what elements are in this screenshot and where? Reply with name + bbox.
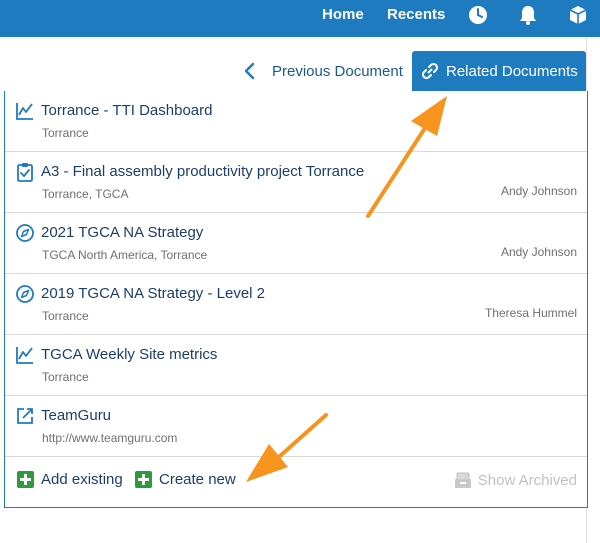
link-icon bbox=[421, 62, 439, 80]
item-subtitle: Torrance bbox=[42, 309, 89, 323]
create-new-button[interactable]: Create new bbox=[135, 471, 236, 488]
compass-icon bbox=[16, 285, 34, 303]
item-subtitle: Torrance bbox=[42, 126, 89, 140]
create-new-label: Create new bbox=[159, 471, 236, 488]
external-link-icon bbox=[17, 408, 33, 424]
chart-line-icon bbox=[16, 103, 33, 120]
plus-icon bbox=[135, 471, 152, 488]
archive-box-icon bbox=[454, 472, 471, 488]
show-archived-label: Show Archived bbox=[477, 471, 577, 489]
list-item[interactable]: TGCA Weekly Site metrics Torrance bbox=[5, 335, 587, 396]
list-item[interactable]: Torrance - TTI Dashboard Torrance bbox=[5, 91, 587, 152]
bell-icon[interactable] bbox=[517, 4, 539, 26]
item-subtitle: Torrance, TGCA bbox=[42, 187, 129, 201]
tab-related-documents[interactable]: Related Documents bbox=[412, 51, 586, 91]
item-title: Torrance - TTI Dashboard bbox=[41, 102, 213, 119]
cube-icon[interactable] bbox=[567, 4, 589, 26]
compass-icon bbox=[16, 224, 34, 242]
plus-icon bbox=[17, 471, 34, 488]
tab-previous-document[interactable]: Previous Document bbox=[240, 52, 403, 90]
panel-footer: Add existing Create new Show Archived bbox=[5, 457, 587, 507]
chart-line-icon bbox=[16, 347, 33, 364]
item-owner: Andy Johnson bbox=[500, 184, 577, 198]
chevron-left-icon bbox=[244, 62, 255, 80]
nav-recents-link[interactable]: Recents bbox=[387, 0, 445, 30]
related-documents-panel: Torrance - TTI Dashboard Torrance A3 - F… bbox=[4, 91, 588, 508]
item-title: 2019 TGCA NA Strategy - Level 2 bbox=[41, 285, 266, 302]
item-title: 2021 TGCA NA Strategy bbox=[41, 224, 204, 241]
item-subtitle: TGCA North America, Torrance bbox=[42, 248, 208, 262]
item-title: A3 - Final assembly productivity project… bbox=[41, 163, 365, 180]
clock-icon[interactable] bbox=[467, 4, 489, 26]
list-item[interactable]: TeamGuru http://www.teamguru.com bbox=[5, 396, 587, 457]
list-item[interactable]: 2021 TGCA NA Strategy TGCA North America… bbox=[5, 213, 587, 274]
nav-home-link[interactable]: Home bbox=[322, 0, 364, 30]
list-item[interactable]: A3 - Final assembly productivity project… bbox=[5, 152, 587, 213]
item-title: TeamGuru bbox=[41, 407, 112, 424]
item-subtitle: Torrance bbox=[42, 370, 89, 384]
item-subtitle: http://www.teamguru.com bbox=[42, 431, 178, 445]
item-title: TGCA Weekly Site metrics bbox=[41, 346, 218, 363]
clipboard-check-icon bbox=[17, 163, 33, 182]
tab-related-label: Related Documents bbox=[446, 62, 578, 80]
tab-previous-label: Previous Document bbox=[272, 62, 403, 80]
list-item[interactable]: 2019 TGCA NA Strategy - Level 2 Torrance… bbox=[5, 274, 587, 335]
top-navbar: Home Recents bbox=[0, 0, 600, 37]
add-existing-label: Add existing bbox=[41, 471, 123, 488]
show-archived-button[interactable]: Show Archived bbox=[454, 471, 577, 489]
item-owner: Andy Johnson bbox=[500, 245, 577, 259]
add-existing-button[interactable]: Add existing bbox=[17, 471, 123, 488]
item-owner: Theresa Hummel bbox=[484, 306, 577, 320]
